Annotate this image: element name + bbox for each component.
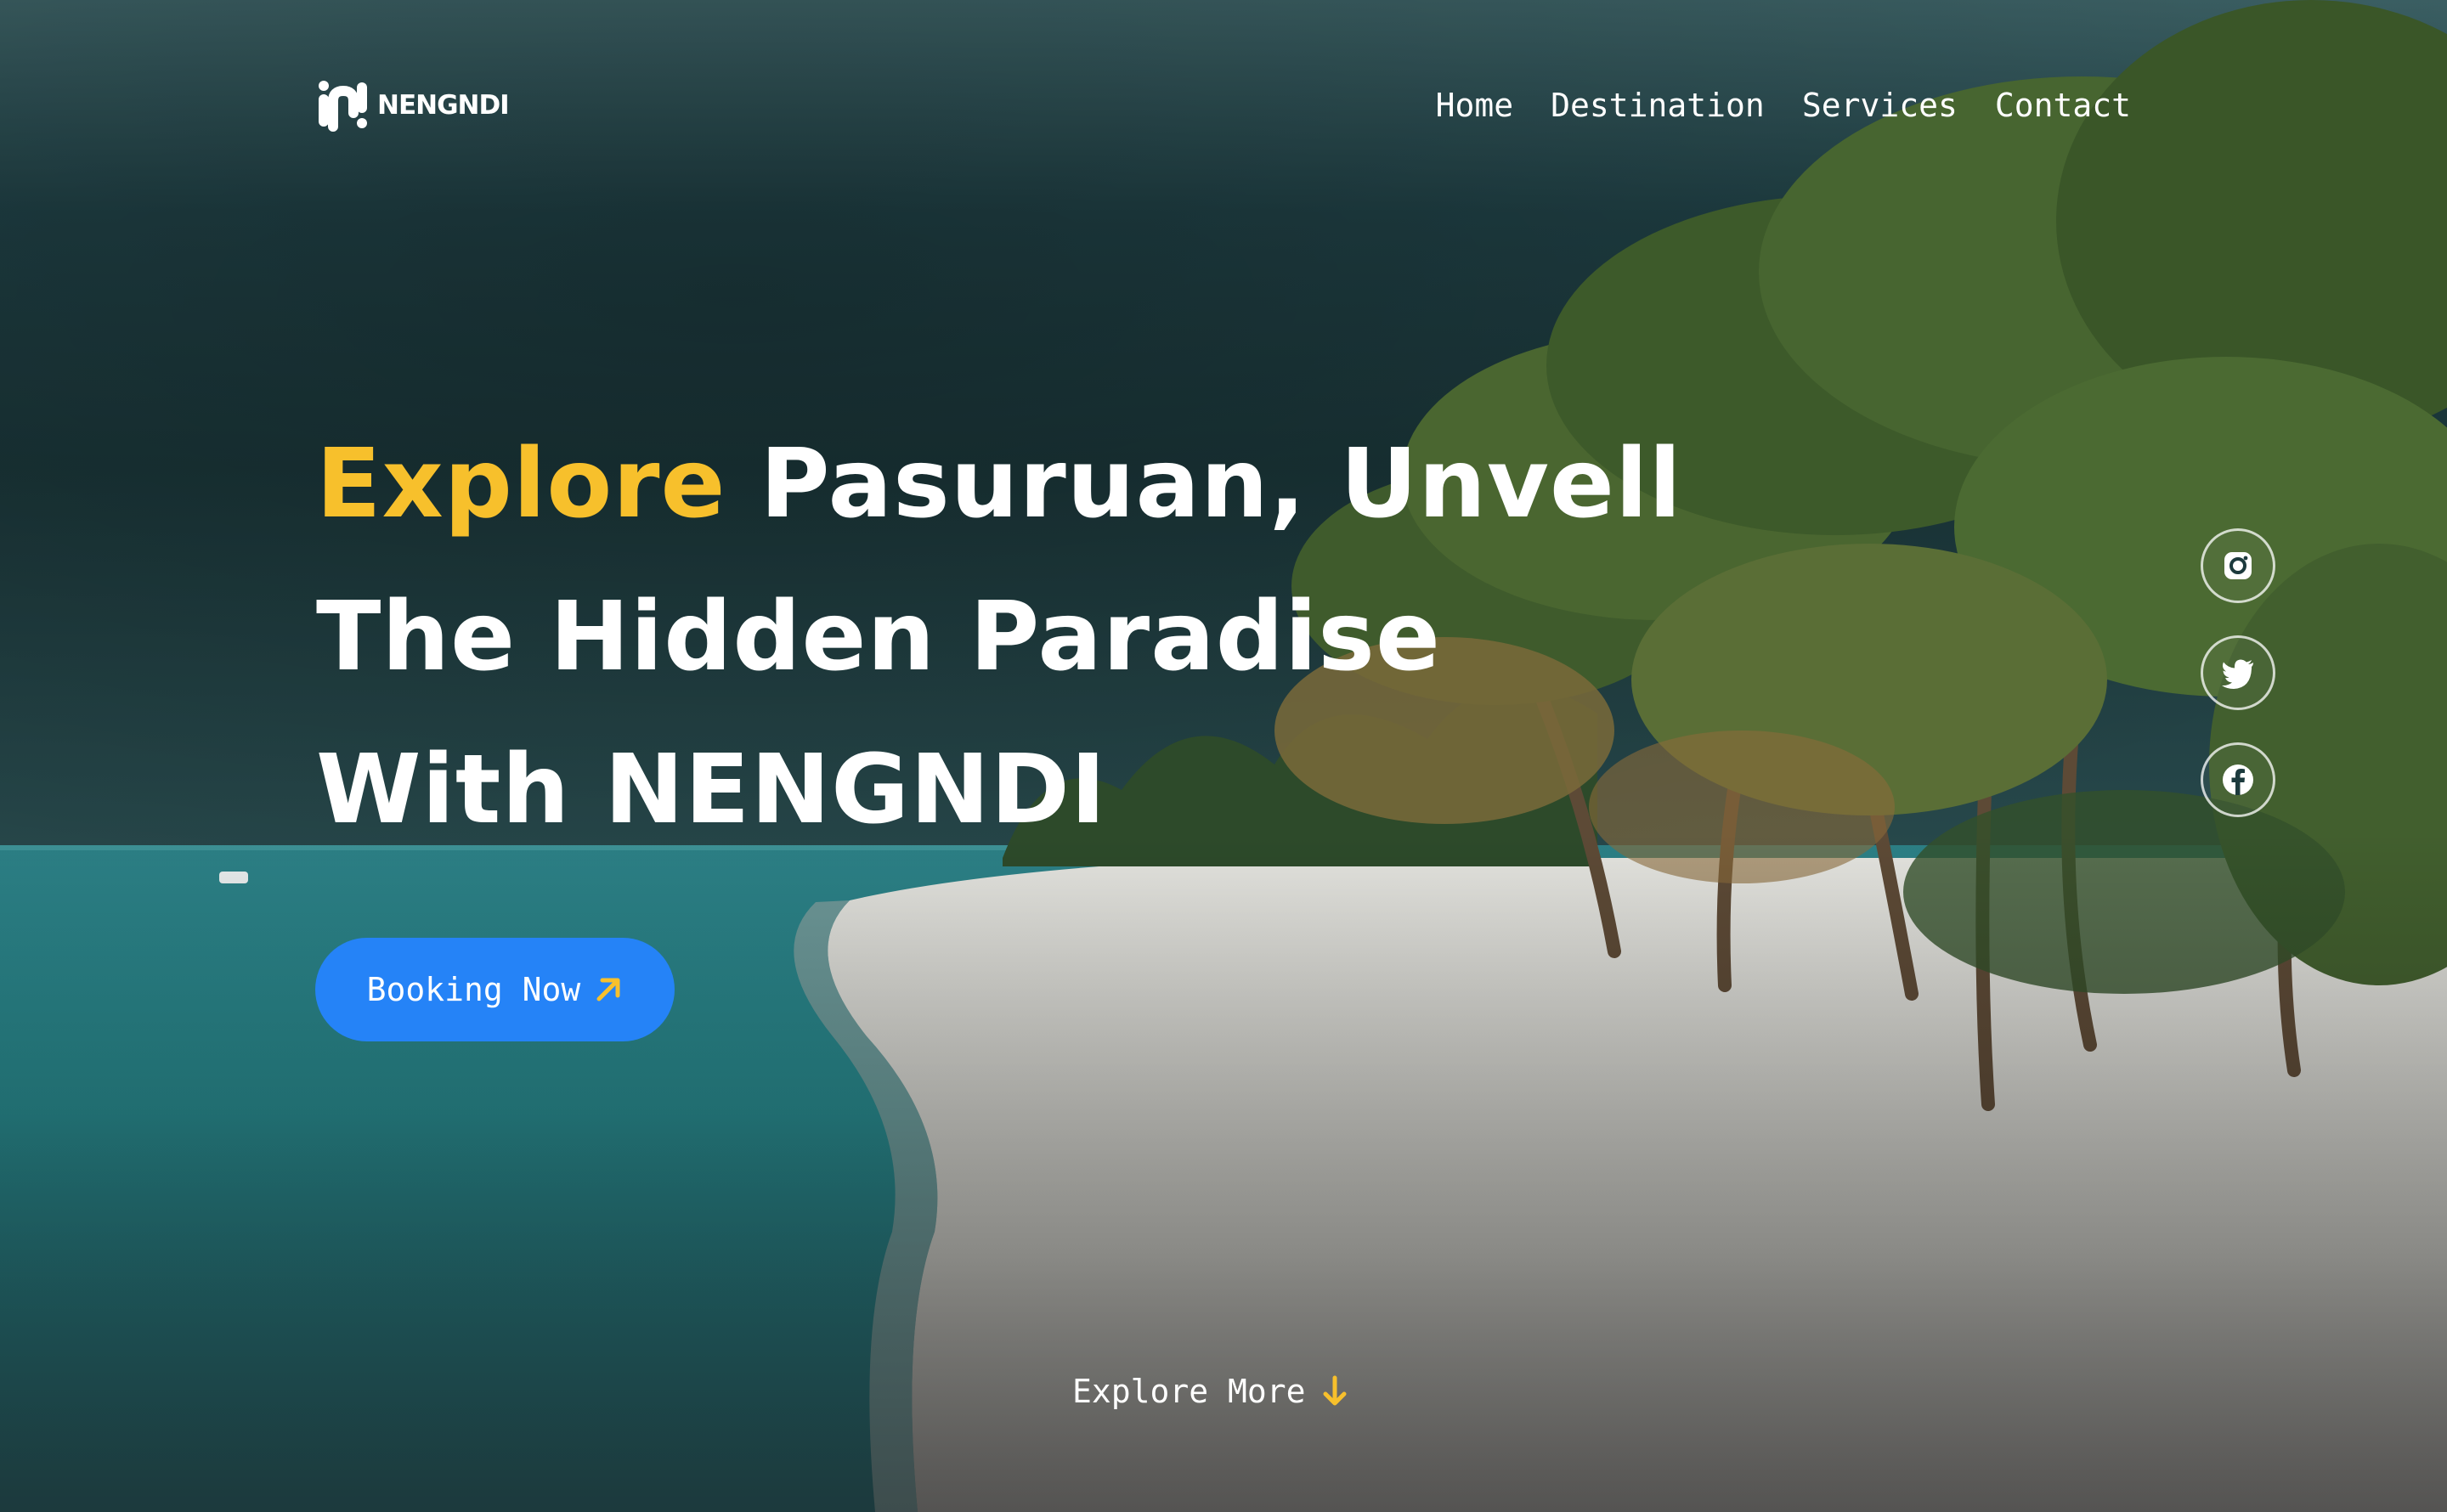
arrow-up-right-icon <box>596 978 620 1001</box>
nav-destination[interactable]: Destination <box>1551 82 1765 129</box>
headline-line-1: Explore Pasuruan, Unvell <box>316 408 1682 561</box>
nav-contact[interactable]: Contact <box>1995 82 2131 129</box>
explore-more-link[interactable]: Explore More <box>1072 1373 1348 1410</box>
main-nav: Home Destination Services Contact <box>1436 82 2131 129</box>
brand-name: NENGNDI <box>377 90 510 121</box>
twitter-button[interactable] <box>2201 635 2275 710</box>
booking-now-label: Booking Now <box>366 971 581 1008</box>
arrow-down-icon <box>1323 1375 1347 1406</box>
facebook-button[interactable] <box>2201 742 2275 817</box>
brand-logo[interactable]: NENGNDI <box>316 78 510 133</box>
nengndi-logo-icon <box>319 81 367 132</box>
instagram-icon <box>2224 552 2252 579</box>
headline-accent: Explore <box>316 429 726 539</box>
booking-now-button[interactable]: Booking Now <box>315 938 675 1041</box>
twitter-icon <box>2222 659 2253 689</box>
facebook-icon <box>2223 764 2253 795</box>
hero-section: NENGNDI Home Destination Services Contac… <box>0 0 2447 1512</box>
hero-headline: Explore Pasuruan, Unvell The Hidden Para… <box>316 408 1682 866</box>
instagram-button[interactable] <box>2201 528 2275 603</box>
headline-line-3: With NENGNDI <box>316 735 1107 845</box>
headline-line-1-rest: Pasuruan, Unvell <box>726 429 1682 539</box>
social-links <box>2201 528 2275 817</box>
explore-more-label: Explore More <box>1072 1373 1306 1410</box>
nav-home[interactable]: Home <box>1436 82 1514 129</box>
headline-line-2: The Hidden Paradise <box>316 582 1441 692</box>
nav-services[interactable]: Services <box>1802 82 1958 129</box>
